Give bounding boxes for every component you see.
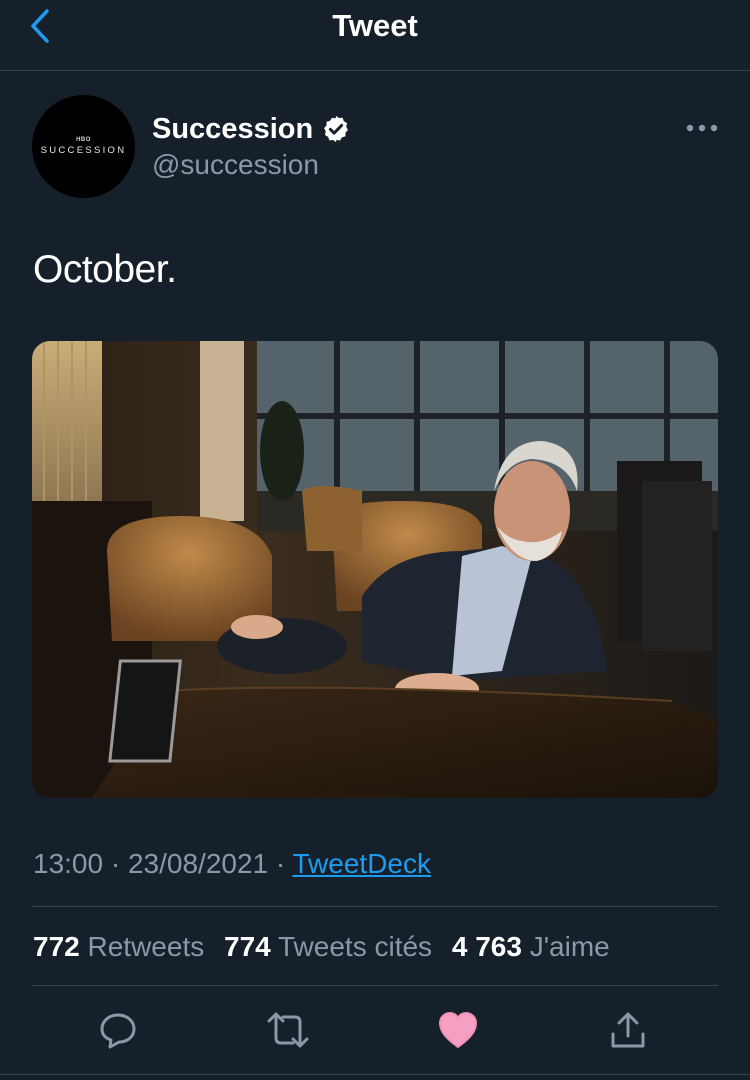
- reply-button[interactable]: [96, 1008, 140, 1052]
- retweet-icon: [267, 1012, 309, 1048]
- retweets-count: 772: [33, 931, 80, 962]
- tweet-media-image[interactable]: [32, 341, 718, 798]
- likes-count: 4 763: [451, 931, 522, 962]
- author-display-name: Succession: [152, 113, 314, 145]
- meta-separator: ·: [275, 848, 293, 879]
- like-button[interactable]: [436, 1008, 480, 1052]
- media-photo: [32, 341, 718, 798]
- tweet-source-link[interactable]: TweetDeck: [293, 848, 432, 879]
- author-name[interactable]: Succession: [152, 112, 351, 146]
- share-button[interactable]: [606, 1008, 650, 1052]
- divider: [32, 985, 718, 986]
- tweet-text: October.: [33, 248, 177, 291]
- author-handle[interactable]: @succession: [152, 148, 319, 182]
- like-icon: [438, 1011, 478, 1049]
- likes-stat[interactable]: 4 763 J'aime: [452, 931, 610, 962]
- avatar[interactable]: HBO SUCCESSION: [32, 95, 135, 198]
- share-icon: [611, 1012, 645, 1048]
- tweet-time: 13:00: [33, 848, 104, 879]
- verified-badge-icon: [324, 115, 349, 143]
- retweets-label: Retweets: [87, 931, 205, 962]
- divider: [32, 906, 718, 907]
- quotes-stat[interactable]: 774 Tweets cités: [224, 931, 432, 962]
- retweets-stat[interactable]: 772 Retweets: [33, 931, 204, 962]
- more-options-button[interactable]: [682, 113, 722, 143]
- divider: [0, 1074, 750, 1075]
- top-bar: Tweet: [0, 0, 750, 71]
- page-title: Tweet: [332, 8, 418, 43]
- retweet-button[interactable]: [266, 1008, 310, 1052]
- avatar-wordmark: SUCCESSION: [40, 145, 127, 156]
- tweet-stats: 772 Retweets 774 Tweets cités 4 763 J'ai…: [33, 929, 622, 965]
- tweet-meta: 13:00 · 23/08/2021 · TweetDeck: [33, 846, 431, 882]
- tweet-date: 23/08/2021: [127, 848, 269, 879]
- likes-label: J'aime: [529, 931, 610, 962]
- meta-separator: ·: [110, 848, 128, 879]
- quotes-count: 774: [224, 931, 271, 962]
- more-horizontal-icon: [686, 124, 718, 132]
- quotes-label: Tweets cités: [278, 931, 433, 962]
- reply-icon: [100, 1013, 136, 1049]
- avatar-network-mark: HBO: [76, 137, 91, 143]
